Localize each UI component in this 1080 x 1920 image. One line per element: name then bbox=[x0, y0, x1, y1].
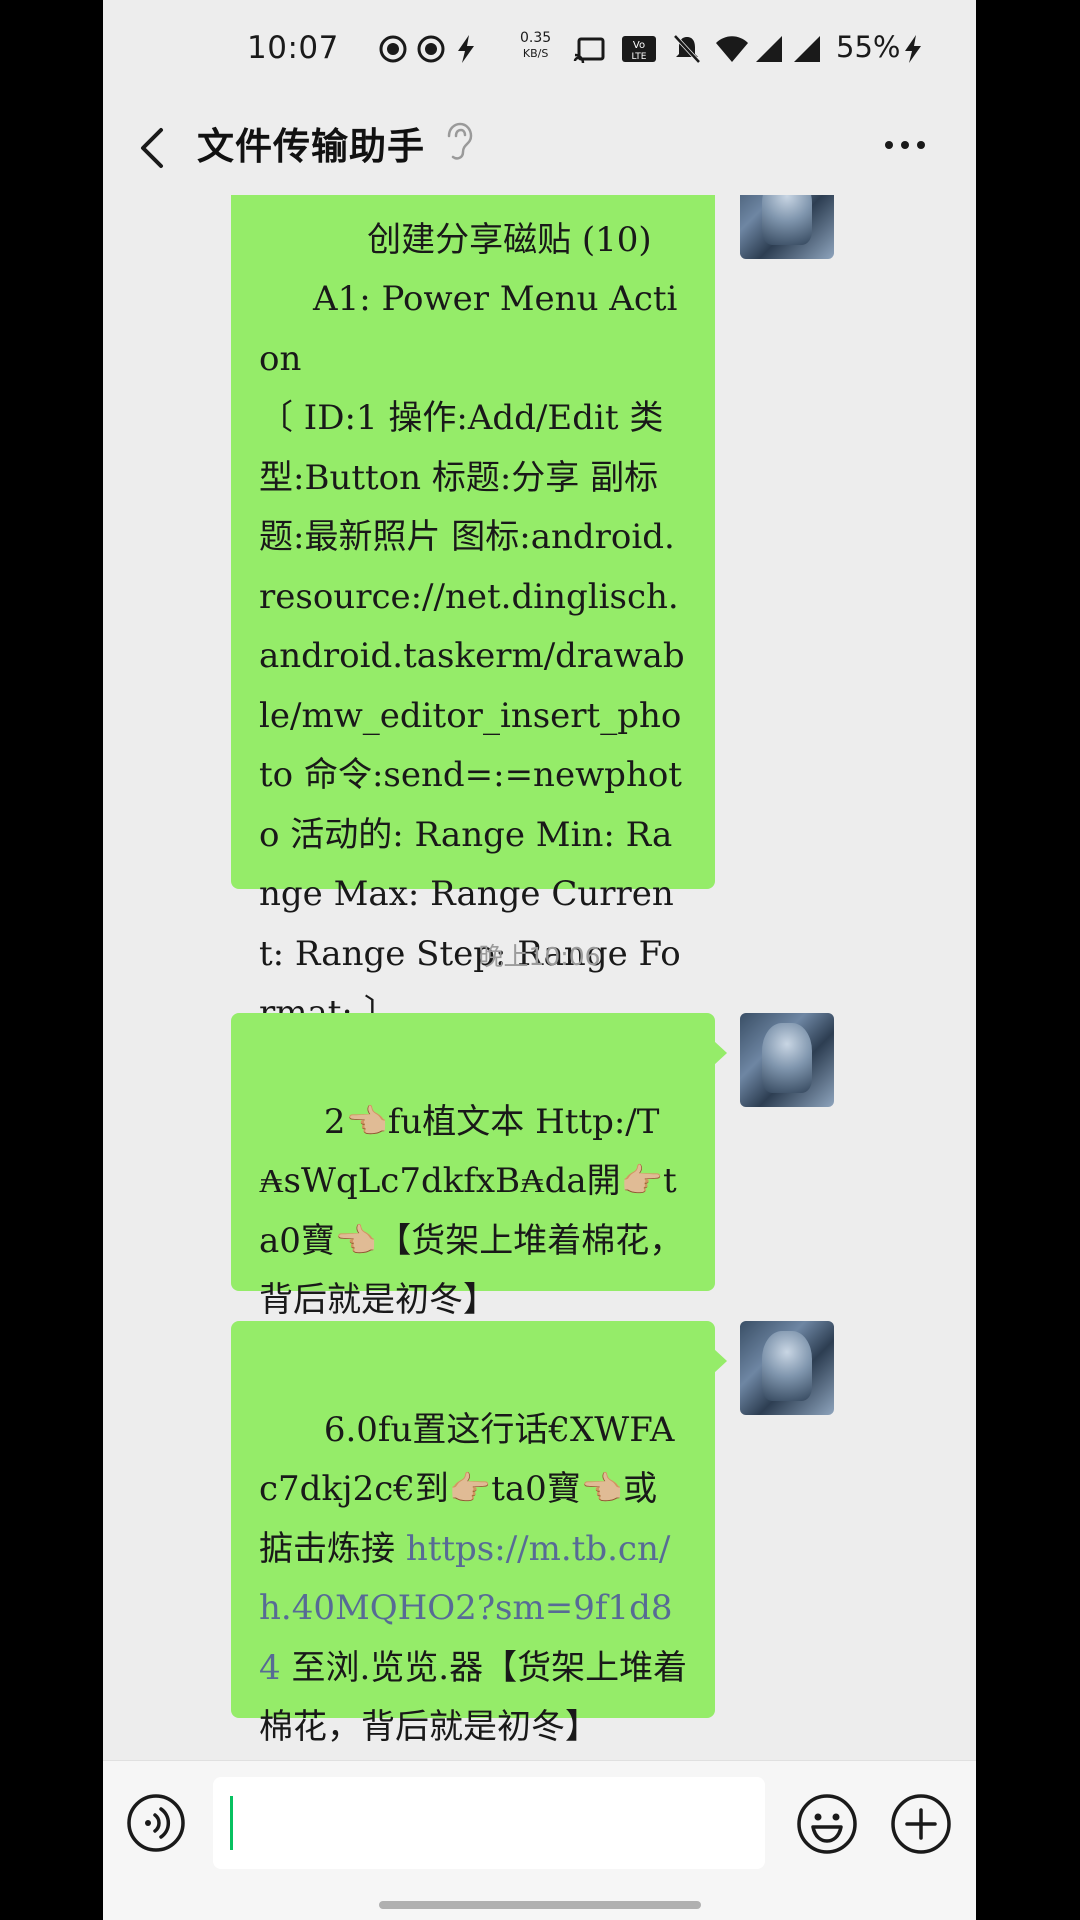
ear-icon bbox=[447, 122, 473, 160]
bubble-tail bbox=[714, 1349, 727, 1373]
message-text-after-link: 至浏.览览.器【货架上堆着棉花，背后就是初冬】 bbox=[259, 1647, 688, 1748]
input-bar bbox=[103, 1760, 976, 1920]
add-attachment-button[interactable] bbox=[890, 1793, 952, 1855]
more-options-button[interactable] bbox=[880, 130, 930, 160]
volte-icon: Vo LTE bbox=[622, 36, 656, 62]
emoji-button[interactable] bbox=[796, 1793, 858, 1855]
back-button[interactable] bbox=[131, 118, 175, 178]
chat-message-list[interactable]: 创建分享磁贴 (10) A1: Power Menu Action 〔 ID:1… bbox=[103, 195, 976, 1760]
home-indicator[interactable] bbox=[379, 1901, 701, 1909]
network-speed-unit: KB/S bbox=[522, 47, 549, 60]
signal-icon bbox=[756, 36, 782, 62]
network-speed-value: 0.35 bbox=[520, 30, 552, 46]
signal-icon-2 bbox=[794, 36, 820, 62]
message-timestamp: 晚上10:06 bbox=[478, 942, 601, 971]
chat-header: 文件传输助手 bbox=[103, 100, 976, 195]
avatar[interactable] bbox=[740, 1321, 834, 1415]
bubble-tail bbox=[714, 1041, 727, 1065]
mute-icon bbox=[673, 34, 701, 64]
voice-input-button[interactable] bbox=[126, 1793, 186, 1853]
message-bubble[interactable]: 创建分享磁贴 (10) A1: Power Menu Action 〔 ID:1… bbox=[231, 195, 715, 1033]
message-bubble[interactable]: 6.0fu置这行话€XWFAc7dkj2c€到👉🏼ta0寶👈🏼或掂击炼接 htt… bbox=[231, 1321, 727, 1747]
battery-level: 55% bbox=[836, 30, 901, 64]
avatar[interactable] bbox=[740, 195, 834, 259]
flash-icon bbox=[458, 35, 474, 63]
svg-text:LTE: LTE bbox=[632, 52, 647, 62]
wifi-icon bbox=[716, 36, 748, 62]
message-text: 2👈🏼fu植文本 Http:/T₳sWqLc7dkfxB₳da開👉🏼ta0寶👈🏼… bbox=[259, 1101, 684, 1321]
message-input[interactable] bbox=[213, 1777, 765, 1869]
avatar[interactable] bbox=[740, 1013, 834, 1107]
message-text: 创建分享磁贴 (10) A1: Power Menu Action 〔 ID:1… bbox=[259, 219, 685, 1034]
charging-icon bbox=[905, 35, 921, 63]
record-icon-2 bbox=[417, 35, 445, 63]
network-speed: 0.35 KB/S bbox=[520, 30, 551, 62]
status-time: 10:07 bbox=[247, 30, 339, 66]
message-bubble[interactable]: 2👈🏼fu植文本 Http:/T₳sWqLc7dkfxB₳da開👉🏼ta0寶👈🏼… bbox=[231, 1013, 727, 1320]
phone-screen: 10:07 0.35 KB/S Vo LTE 55% 文件传输助手 创建分享磁贴… bbox=[103, 0, 976, 1920]
chat-title: 文件传输助手 bbox=[197, 125, 425, 168]
text-cursor bbox=[230, 1796, 233, 1850]
cast-icon bbox=[573, 37, 605, 64]
record-icon bbox=[379, 35, 407, 63]
svg-text:Vo: Vo bbox=[633, 40, 645, 51]
status-bar: 10:07 0.35 KB/S Vo LTE 55% bbox=[103, 0, 976, 100]
